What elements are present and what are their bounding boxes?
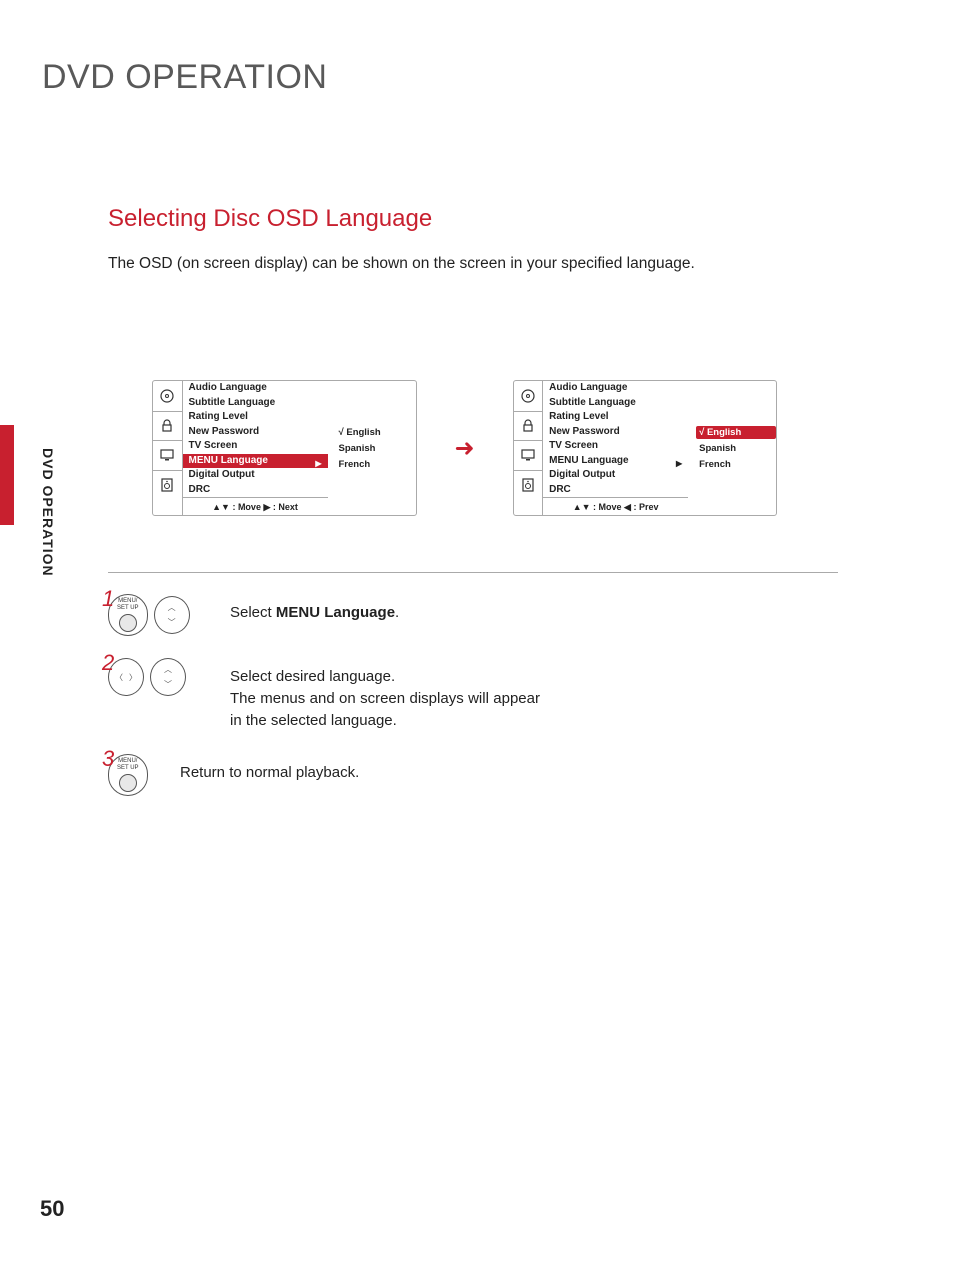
menu-new-password[interactable]: New Password [183,425,328,440]
menu-audio-language[interactable]: Audio Language [183,381,328,396]
arrow-right-icon: ➜ [455,434,475,463]
step-buttons: MENU/ SET UP [108,754,168,796]
menu-drc[interactable]: DRC [183,483,328,498]
chevron-up-icon: ︿ [164,664,172,675]
nav-hint-right: ▲▼ : Move ◀ : Prev [543,497,688,515]
chevron-down-icon: ﹀ [168,617,176,628]
step-1: 1 MENU/ SET UP ︿ ﹀ Select MENU Language. [108,594,568,636]
step-number: 1 [102,586,114,612]
step-buttons: MENU/ SET UP ︿ ﹀ [108,594,218,636]
step-2-line1: Select desired language. [230,668,395,685]
osd-options-col: √ English Spanish French [328,381,416,515]
menu-setup-label: MENU/ SET UP [117,758,139,772]
step-2-text: Select desired language. The menus and o… [230,658,540,732]
menu-new-password[interactable]: New Password [543,425,688,440]
chevron-down-icon: ﹀ [164,679,172,690]
menu-rating-level[interactable]: Rating Level [183,410,328,425]
step-buttons: 〈 〉 ︿ ﹀ [108,658,218,696]
menu-digital-output[interactable]: Digital Output [543,468,688,483]
menu-audio-language[interactable]: Audio Language [543,381,688,396]
menu-tv-screen[interactable]: TV Screen [183,439,328,454]
intro-text: The OSD (on screen display) can be shown… [108,255,695,273]
menu-setup-label: MENU/ SET UP [117,598,139,612]
step-1-pre: Select [230,604,276,621]
lock-icon [514,411,543,441]
round-button-icon [119,614,137,632]
osd-icon-col [153,381,183,515]
osd-panel-left: Audio Language Subtitle Language Rating … [152,380,417,516]
opt-spanish[interactable]: Spanish [696,442,776,455]
menu-drc[interactable]: DRC [543,483,688,498]
osd-area: Audio Language Subtitle Language Rating … [152,380,777,516]
step-1-text: Select MENU Language. [230,594,399,624]
menu-menu-language-label: MENU Language [189,455,268,466]
menu-menu-language[interactable]: MENU Language▶ [543,454,688,469]
menu-rating-level[interactable]: Rating Level [543,410,688,425]
opt-french[interactable]: French [336,458,416,471]
side-label: DVD OPERATION [40,448,56,577]
section-title: Selecting Disc OSD Language [108,205,432,233]
menu-menu-language-label: MENU Language [549,455,628,466]
opt-english[interactable]: √ English [696,426,776,439]
osd-options-col-r: √ English Spanish French [688,381,776,515]
step-number: 3 [102,746,114,772]
up-down-button[interactable]: ︿ ﹀ [154,596,190,634]
page-title: DVD OPERATION [42,58,327,97]
step-3: 3 MENU/ SET UP Return to normal playback… [108,754,568,796]
chevron-up-icon: ︿ [168,602,176,613]
step-1-post: . [395,604,399,621]
chevron-right-icon: 〉 [129,672,137,683]
chevron-left-icon: 〈 [115,672,123,683]
screen-icon [514,440,543,470]
screen-icon [153,440,182,470]
menu-menu-language[interactable]: MENU Language▶ [183,454,328,469]
divider [108,572,838,573]
round-button-icon [119,774,137,792]
speaker-icon [153,470,182,500]
disc-icon [153,381,182,411]
opt-spanish[interactable]: Spanish [336,442,416,455]
step-number: 2 [102,650,114,676]
menu-subtitle-language[interactable]: Subtitle Language [543,396,688,411]
opt-english[interactable]: √ English [336,426,416,439]
osd-menu-col-r: Audio Language Subtitle Language Rating … [543,381,688,515]
steps: 1 MENU/ SET UP ︿ ﹀ Select MENU Language.… [108,594,568,818]
disc-icon [514,381,543,411]
menu-tv-screen[interactable]: TV Screen [543,439,688,454]
osd-panel-right: Audio Language Subtitle Language Rating … [513,380,778,516]
opt-french[interactable]: French [696,458,776,471]
osd-icon-col-r [514,381,544,515]
step-2: 2 〈 〉 ︿ ﹀ Select desired language. The m… [108,658,568,732]
step-3-text: Return to normal playback. [180,754,359,784]
step-1-bold: MENU Language [276,604,395,621]
nav-hint-left: ▲▼ : Move ▶ : Next [183,497,328,515]
menu-subtitle-language[interactable]: Subtitle Language [183,396,328,411]
speaker-icon [514,470,543,500]
osd-menu-col: Audio Language Subtitle Language Rating … [183,381,328,515]
menu-digital-output[interactable]: Digital Output [183,468,328,483]
side-tab [0,425,14,525]
up-down-button[interactable]: ︿ ﹀ [150,658,186,696]
page-number: 50 [40,1196,64,1222]
lock-icon [153,411,182,441]
step-2-line2: The menus and on screen displays will ap… [230,690,540,729]
